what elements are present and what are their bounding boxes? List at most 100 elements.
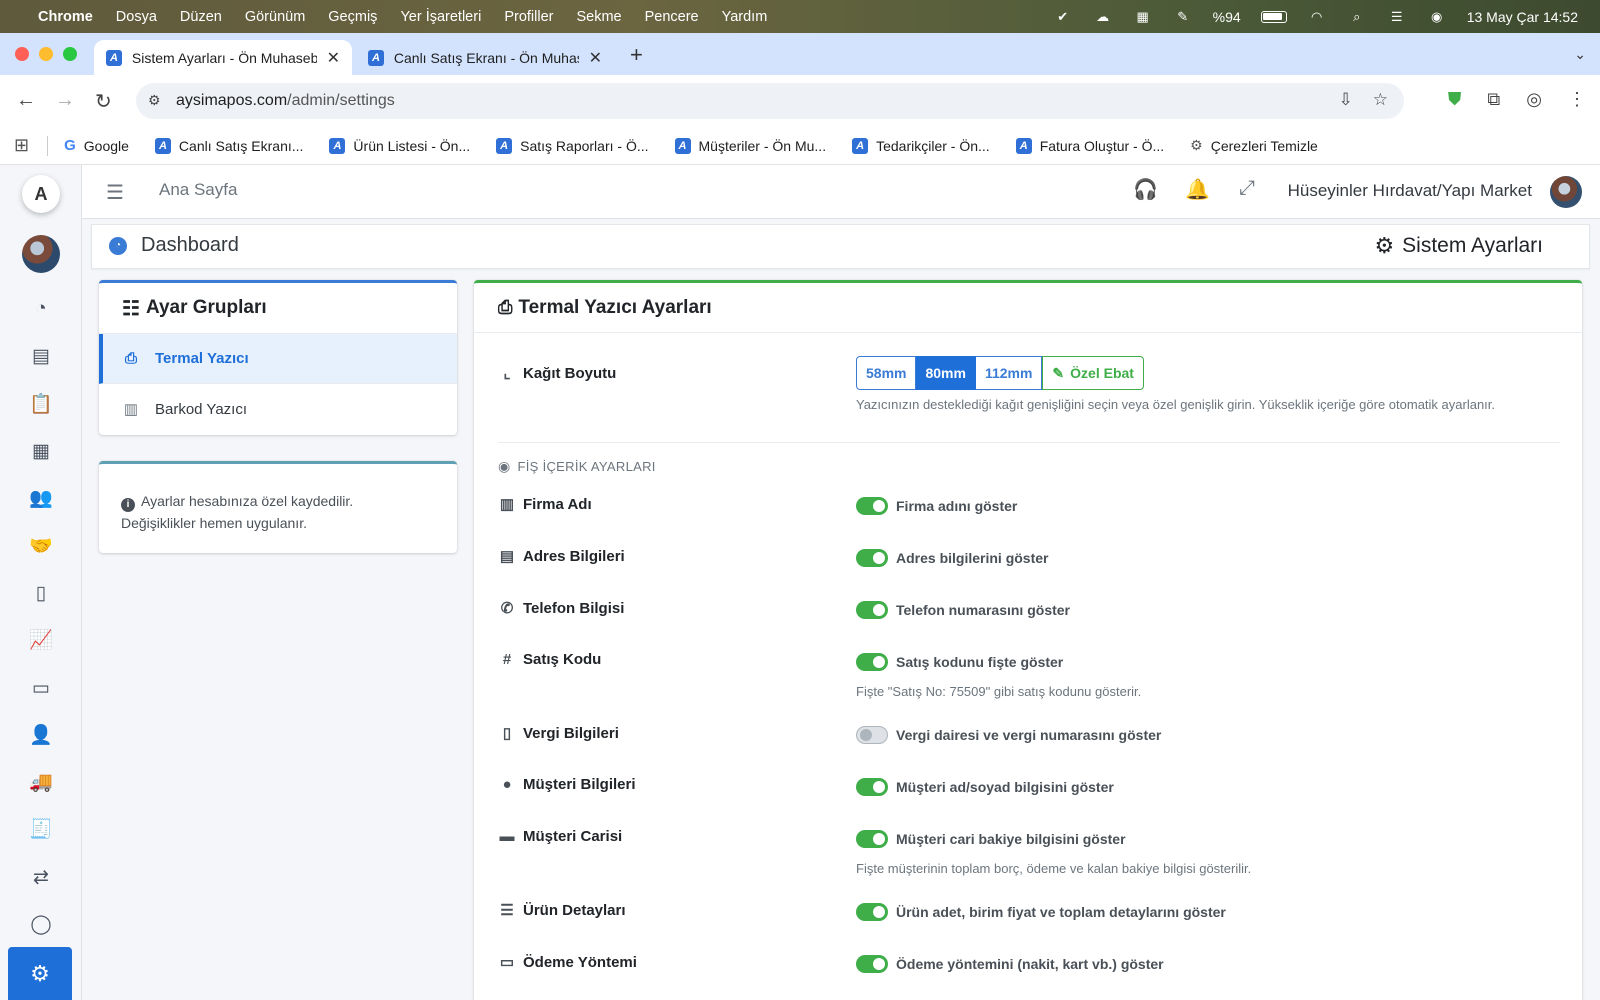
- headset-icon[interactable]: 🎧: [1133, 177, 1158, 202]
- customer-account-toggle[interactable]: Müşteri cari bakiye bilgisini göster: [856, 830, 1126, 848]
- company-name-toggle[interactable]: Firma adını göster: [856, 497, 1017, 515]
- bookmark-star-icon[interactable]: ☆: [1373, 90, 1388, 110]
- extensions-icon[interactable]: ⧉: [1487, 89, 1500, 110]
- spotlight-icon[interactable]: ⌕: [1347, 9, 1367, 24]
- home-link[interactable]: Ana Sayfa: [159, 180, 237, 200]
- handshake-icon[interactable]: 🤝: [28, 533, 54, 559]
- paper-112mm-button[interactable]: 112mm: [975, 356, 1043, 390]
- tab-close-icon[interactable]: ✕: [589, 48, 602, 68]
- color-icon[interactable]: ✎: [1173, 9, 1193, 24]
- exchange-icon[interactable]: ⇄: [28, 864, 54, 890]
- display-icon[interactable]: ▦: [1133, 9, 1153, 24]
- menu-history[interactable]: Geçmiş: [328, 9, 377, 25]
- tab-close-icon[interactable]: ✕: [327, 48, 340, 68]
- back-icon[interactable]: ←: [16, 89, 36, 112]
- menu-profiles[interactable]: Profiller: [504, 9, 553, 25]
- store-avatar[interactable]: [1550, 176, 1582, 208]
- tax-info-toggle[interactable]: Vergi dairesi ve vergi numarasını göster: [856, 726, 1161, 744]
- bookmark-live-sales[interactable]: A Canlı Satış Ekranı...: [154, 137, 303, 154]
- hamburger-menu-icon[interactable]: ☰: [106, 180, 124, 205]
- boxes-icon[interactable]: ▦: [28, 438, 54, 464]
- dashboard-icon[interactable]: ◔: [28, 296, 54, 322]
- bell-icon[interactable]: 🔔: [1185, 177, 1210, 202]
- window-close-button[interactable]: [15, 47, 29, 61]
- truck-icon[interactable]: 🚚: [28, 769, 54, 795]
- control-center-icon[interactable]: ☰: [1387, 9, 1407, 24]
- menu-window[interactable]: Pencere: [645, 9, 699, 25]
- chart-line-icon[interactable]: 📈: [28, 627, 54, 653]
- user-icon[interactable]: ◯: [28, 911, 54, 937]
- user-tie-icon[interactable]: 👤: [28, 722, 54, 748]
- settings-gears-icon[interactable]: ⚙: [8, 947, 72, 1000]
- product-details-toggle[interactable]: Ürün adet, birim fiyat ve toplam detayla…: [856, 903, 1226, 921]
- browser-tab-settings[interactable]: A Sistem Ayarları - Ön Muhaseb ✕: [94, 40, 352, 75]
- bookmark-google[interactable]: G Google: [64, 137, 129, 154]
- address-info-toggle[interactable]: Adres bilgilerini göster: [856, 549, 1048, 567]
- brand-logo-icon[interactable]: A: [22, 175, 60, 213]
- chrome-menu-icon[interactable]: ⋮: [1568, 89, 1586, 110]
- menu-datetime[interactable]: 13 May Çar 14:52: [1467, 9, 1578, 25]
- address-card-icon: ▤: [499, 548, 515, 565]
- group-item-thermal-printer[interactable]: ⎙ Termal Yazıcı: [99, 334, 457, 384]
- toggle-switch[interactable]: [856, 653, 888, 671]
- browser-tab-live-sales[interactable]: A Canlı Satış Ekranı - Ön Muhas ✕: [356, 40, 614, 75]
- tab-search-icon[interactable]: ⌄: [1574, 46, 1586, 63]
- breadcrumb-dashboard[interactable]: ◔ Dashboard: [109, 234, 239, 257]
- sales-code-toggle[interactable]: Satış kodunu fişte göster: [856, 653, 1063, 671]
- bookmark-suppliers[interactable]: A Tedarikçiler - Ön...: [852, 137, 990, 154]
- toggle-switch[interactable]: [856, 903, 888, 921]
- reload-icon[interactable]: ↻: [95, 89, 112, 114]
- bookmark-clear-cookies[interactable]: ⚙ Çerezleri Temizle: [1190, 137, 1318, 154]
- toggle-switch[interactable]: [856, 601, 888, 619]
- site-favicon-icon: A: [674, 137, 691, 154]
- profile-icon[interactable]: ◎: [1526, 89, 1542, 110]
- payment-method-toggle[interactable]: Ödeme yöntemini (nakit, kart vb.) göster: [856, 955, 1164, 973]
- paper-58mm-button[interactable]: 58mm: [856, 356, 917, 390]
- menu-view[interactable]: Görünüm: [245, 9, 305, 25]
- window-zoom-button[interactable]: [63, 47, 77, 61]
- cash-register-icon[interactable]: ▤: [28, 343, 54, 369]
- forward-icon[interactable]: →: [55, 89, 75, 112]
- store-name[interactable]: Hüseyinler Hırdavat/Yapı Market: [1288, 181, 1532, 201]
- apps-grid-icon[interactable]: ⊞: [14, 135, 29, 156]
- extension-shield-icon[interactable]: ⛊: [1448, 89, 1462, 110]
- bookmark-customers[interactable]: A Müşteriler - Ön Mu...: [674, 137, 826, 154]
- vpn-icon[interactable]: ✔: [1053, 9, 1073, 24]
- customer-info-toggle[interactable]: Müşteri ad/soyad bilgisini göster: [856, 778, 1114, 796]
- wifi-icon[interactable]: ◠: [1307, 9, 1327, 24]
- window-minimize-button[interactable]: [39, 47, 53, 61]
- phone-info-toggle[interactable]: Telefon numarasını göster: [856, 601, 1070, 619]
- paper-80mm-button[interactable]: 80mm: [916, 356, 976, 390]
- bookmark-sales-reports[interactable]: A Satış Raporları - Ö...: [496, 137, 649, 154]
- bookmark-product-list[interactable]: A Ürün Listesi - Ön...: [329, 137, 470, 154]
- toggle-switch[interactable]: [856, 726, 888, 744]
- group-item-barcode-printer[interactable]: ▥ Barkod Yazıcı: [99, 384, 457, 434]
- user-avatar[interactable]: [22, 235, 60, 273]
- invoice-icon[interactable]: 🧾: [28, 816, 54, 842]
- toggle-switch[interactable]: [856, 830, 888, 848]
- credit-card-icon[interactable]: ▭: [28, 675, 54, 701]
- battery-icon[interactable]: [1260, 10, 1287, 23]
- bookmark-create-invoice[interactable]: A Fatura Oluştur - Ö...: [1015, 137, 1164, 154]
- clipboard-icon[interactable]: 📋: [28, 391, 54, 417]
- toggle-switch[interactable]: [856, 549, 888, 567]
- address-bar[interactable]: ⚙ aysimapos.com/admin/settings ⇩ ☆: [136, 83, 1404, 119]
- toggle-switch[interactable]: [856, 778, 888, 796]
- toggle-switch[interactable]: [856, 497, 888, 515]
- document-icon[interactable]: ▯: [28, 580, 54, 606]
- menu-bookmarks[interactable]: Yer İşaretleri: [400, 9, 481, 25]
- paper-custom-button[interactable]: ✎ Özel Ebat: [1042, 356, 1144, 390]
- menu-app-name[interactable]: Chrome: [38, 9, 93, 25]
- site-info-icon[interactable]: ⚙: [148, 92, 161, 109]
- toggle-switch[interactable]: [856, 955, 888, 973]
- menu-file[interactable]: Dosya: [116, 9, 157, 25]
- new-tab-button[interactable]: +: [630, 42, 643, 68]
- menu-help[interactable]: Yardım: [722, 9, 768, 25]
- menu-edit[interactable]: Düzen: [180, 9, 222, 25]
- siri-icon[interactable]: ◉: [1427, 9, 1447, 24]
- cloud-icon[interactable]: ☁: [1093, 9, 1113, 24]
- fullscreen-icon[interactable]: ⤢: [1239, 177, 1255, 200]
- install-app-icon[interactable]: ⇩: [1339, 90, 1353, 110]
- menu-tab[interactable]: Sekme: [576, 9, 621, 25]
- users-icon[interactable]: 👥: [28, 485, 54, 511]
